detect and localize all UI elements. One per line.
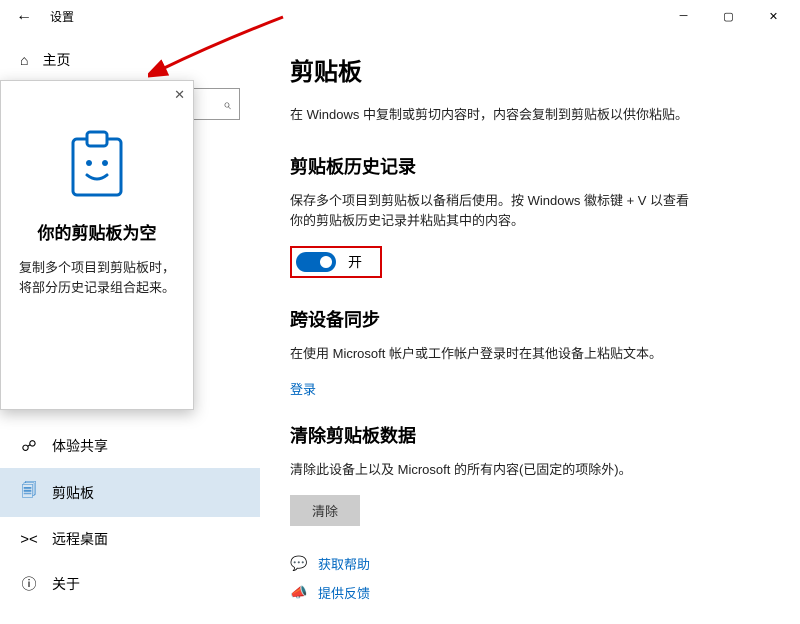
about-icon: ⓘ bbox=[20, 573, 38, 594]
clear-heading: 清除剪贴板数据 bbox=[290, 422, 770, 448]
close-icon[interactable]: ✕ bbox=[174, 87, 185, 103]
popup-title: 你的剪贴板为空 bbox=[11, 219, 183, 244]
help-icon: 💬 bbox=[290, 555, 308, 572]
login-link[interactable]: 登录 bbox=[290, 379, 316, 398]
sidebar-item-label: 远程桌面 bbox=[52, 529, 108, 549]
sidebar-item-label: 体验共享 bbox=[52, 436, 108, 456]
toggle-knob bbox=[320, 256, 332, 268]
help-link[interactable]: 💬 获取帮助 bbox=[290, 554, 770, 573]
home-icon: ⌂ bbox=[20, 52, 28, 68]
history-desc: 保存多个项目到剪贴板以备稍后使用。按 Windows 徽标键 + V 以查看你的… bbox=[290, 191, 690, 233]
sidebar-item-about[interactable]: ⓘ 关于 bbox=[0, 561, 260, 606]
sidebar-item-remote[interactable]: >< 远程桌面 bbox=[0, 517, 260, 561]
help-label: 获取帮助 bbox=[318, 554, 370, 573]
clipboard-empty-popup: ✕ 你的剪贴板为空 复制多个项目到剪贴板时，将部分历史记录组合起来。 bbox=[0, 80, 194, 410]
page-title: 剪贴板 bbox=[290, 52, 770, 87]
titlebar: ← 设置 ─ ▢ ✕ bbox=[0, 0, 800, 32]
sync-desc: 在使用 Microsoft 帐户或工作帐户登录时在其他设备上粘贴文本。 bbox=[290, 344, 690, 365]
search-icon: ⌕ bbox=[223, 96, 231, 113]
history-toggle-annotation: 开 bbox=[290, 246, 382, 278]
clipboard-face-icon bbox=[67, 129, 127, 199]
sidebar-item-label: 关于 bbox=[52, 574, 80, 594]
history-toggle[interactable] bbox=[296, 252, 336, 272]
clipboard-icon: 🗐 bbox=[20, 480, 38, 505]
sidebar-item-clipboard[interactable]: 🗐 剪贴板 bbox=[0, 468, 260, 517]
window-controls: ─ ▢ ✕ bbox=[661, 0, 796, 32]
history-heading: 剪贴板历史记录 bbox=[290, 153, 770, 179]
popup-desc: 复制多个项目到剪贴板时，将部分历史记录组合起来。 bbox=[11, 258, 183, 297]
sync-heading: 跨设备同步 bbox=[290, 306, 770, 332]
close-button[interactable]: ✕ bbox=[751, 0, 796, 32]
app-title: 设置 bbox=[50, 8, 74, 25]
home-nav[interactable]: ⌂ 主页 bbox=[0, 40, 260, 80]
feedback-label: 提供反馈 bbox=[318, 583, 370, 602]
home-label: 主页 bbox=[42, 50, 70, 70]
clear-button[interactable]: 清除 bbox=[290, 495, 360, 526]
clear-desc: 清除此设备上以及 Microsoft 的所有内容(已固定的项除外)。 bbox=[290, 460, 690, 481]
minimize-button[interactable]: ─ bbox=[661, 0, 706, 32]
remote-icon: >< bbox=[20, 531, 38, 548]
sidebar-item-label: 剪贴板 bbox=[52, 483, 94, 503]
sidebar-item-shared[interactable]: ☍ 体验共享 bbox=[0, 424, 260, 468]
toggle-label: 开 bbox=[348, 252, 362, 272]
maximize-button[interactable]: ▢ bbox=[706, 0, 751, 32]
page-intro: 在 Windows 中复制或剪切内容时，内容会复制到剪贴板以供你粘贴。 bbox=[290, 105, 770, 125]
feedback-link[interactable]: 📣 提供反馈 bbox=[290, 583, 770, 602]
content-area: 剪贴板 在 Windows 中复制或剪切内容时，内容会复制到剪贴板以供你粘贴。 … bbox=[260, 32, 800, 624]
back-button[interactable]: ← bbox=[14, 6, 34, 26]
feedback-icon: 📣 bbox=[290, 584, 308, 601]
shared-icon: ☍ bbox=[20, 437, 38, 455]
